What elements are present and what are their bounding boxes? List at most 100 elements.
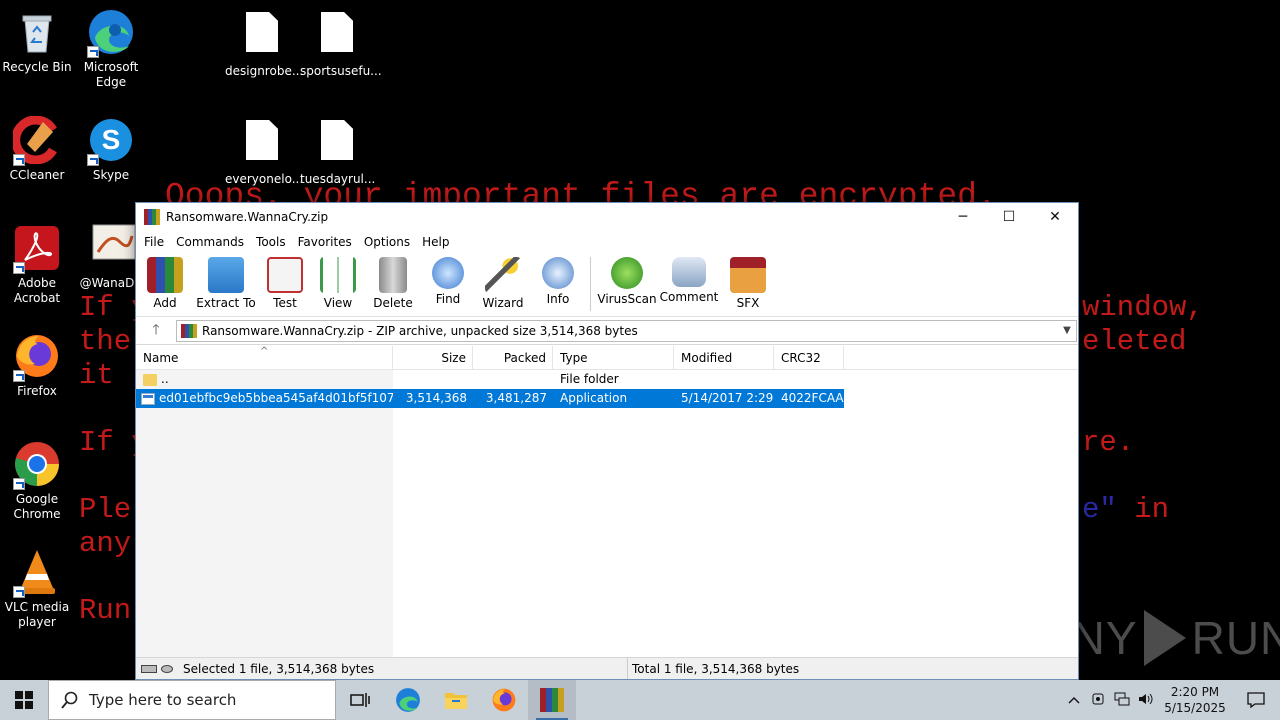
- virusscan-label: VirusScan: [597, 292, 657, 306]
- ransom-line: Ple: [79, 493, 132, 526]
- column-type[interactable]: Type: [553, 346, 674, 369]
- info-icon: [542, 257, 574, 289]
- menu-commands[interactable]: Commands: [170, 235, 250, 249]
- taskbar-file-explorer[interactable]: [432, 680, 480, 720]
- desktop-icon-vlc[interactable]: VLC media player: [0, 548, 74, 630]
- wizard-button[interactable]: Wizard: [476, 253, 530, 310]
- add-button[interactable]: Add: [146, 253, 184, 310]
- menu-favorites[interactable]: Favorites: [292, 235, 358, 249]
- desktop-icon-file[interactable]: tuesdayrul...: [300, 116, 375, 187]
- menu-file[interactable]: File: [138, 235, 170, 249]
- menu-help[interactable]: Help: [416, 235, 455, 249]
- file-list: Name ^ Size Packed Type Modified CRC32 ..…: [136, 346, 1078, 658]
- extract-to-label: Extract To: [196, 296, 256, 310]
- taskbar: Type here to search 2:20 PM 5/15/2025: [0, 680, 1280, 720]
- desktop-icon-file[interactable]: everyonelo...: [225, 116, 303, 187]
- application-icon: [141, 392, 155, 405]
- chevron-up-icon[interactable]: [1062, 693, 1086, 707]
- ransom-line: any: [79, 527, 132, 560]
- ransom-line: eleted: [1082, 325, 1187, 358]
- ransom-line: window,: [1082, 291, 1204, 324]
- archive-path-text: Ransomware.WannaCry.zip - ZIP archive, u…: [202, 323, 638, 338]
- chevron-down-icon[interactable]: ▼: [1058, 325, 1076, 336]
- maximize-button[interactable]: ☐: [986, 203, 1032, 231]
- desktop-icon-label: CCleaner: [9, 168, 65, 182]
- shortcut-arrow-icon: [13, 154, 25, 166]
- toolbar-separator: [590, 257, 591, 311]
- find-label: Find: [435, 292, 461, 306]
- network-icon[interactable]: [1110, 692, 1134, 709]
- shortcut-arrow-icon: [87, 154, 99, 166]
- cell-size: 3,514,368: [405, 391, 467, 405]
- taskbar-winrar[interactable]: [528, 680, 576, 720]
- minimize-button[interactable]: ─: [940, 203, 986, 231]
- menu-tools[interactable]: Tools: [250, 235, 292, 249]
- edge-icon: [87, 8, 135, 58]
- ransom-line-blue: e": [1082, 493, 1117, 526]
- menu-options[interactable]: Options: [358, 235, 416, 249]
- close-button[interactable]: ✕: [1032, 203, 1078, 231]
- chrome-icon: [13, 440, 61, 490]
- delete-button[interactable]: Delete: [366, 253, 420, 310]
- wizard-label: Wizard: [482, 296, 524, 310]
- desktop-icon-label: designrobe...: [225, 64, 304, 78]
- start-button[interactable]: [0, 680, 48, 720]
- notification-button[interactable]: [1232, 692, 1280, 708]
- desktop-icon-ccleaner[interactable]: CCleaner: [0, 115, 74, 183]
- status-bar: Selected 1 file, 3,514,368 bytes Total 1…: [136, 657, 1078, 679]
- watermark-right: RUN: [1191, 612, 1280, 664]
- sfx-button[interactable]: SFX: [721, 253, 775, 310]
- clock[interactable]: 2:20 PM 5/15/2025: [1158, 684, 1232, 716]
- desktop: Ooops, your important files are encrypte…: [0, 0, 1280, 680]
- column-size[interactable]: Size: [393, 346, 473, 369]
- desktop-icon-recycle-bin[interactable]: Recycle Bin: [0, 8, 74, 75]
- info-button[interactable]: Info: [530, 253, 586, 306]
- desktop-icon-file[interactable]: designrobe...: [225, 8, 304, 79]
- action-center-small-icon[interactable]: [1086, 692, 1110, 709]
- status-selected: Selected 1 file, 3,514,368 bytes: [183, 661, 375, 676]
- table-row-selected[interactable]: ed01ebfbc9eb5bbea545af4d01bf5f1071661...…: [136, 389, 844, 408]
- wanadecryptor-icon: [90, 224, 138, 272]
- folder-icon: [445, 693, 467, 709]
- desktop-icon-skype[interactable]: S Skype: [74, 116, 148, 183]
- document-icon: [238, 12, 286, 60]
- search-placeholder: Type here to search: [89, 691, 237, 709]
- comment-button[interactable]: Comment: [657, 253, 721, 304]
- archive-path-field[interactable]: Ransomware.WannaCry.zip - ZIP archive, u…: [176, 319, 1077, 342]
- table-row[interactable]: .. File folder: [136, 370, 1078, 389]
- volume-icon[interactable]: [1134, 692, 1158, 709]
- find-button[interactable]: Find: [420, 253, 476, 306]
- test-button[interactable]: Test: [260, 253, 310, 310]
- desktop-icon-file[interactable]: sportsusefu...: [300, 8, 382, 79]
- desktop-icon-edge[interactable]: Microsoft Edge: [74, 8, 148, 90]
- title-bar[interactable]: Ransomware.WannaCry.zip ─ ☐ ✕: [136, 203, 1078, 231]
- column-packed[interactable]: Packed: [473, 346, 553, 369]
- taskbar-search[interactable]: Type here to search: [48, 680, 336, 720]
- desktop-icon-chrome[interactable]: Google Chrome: [0, 440, 74, 522]
- virusscan-button[interactable]: VirusScan: [597, 253, 657, 306]
- column-crc32[interactable]: CRC32: [774, 346, 844, 369]
- firefox-icon: [13, 332, 61, 382]
- folder-icon: [143, 373, 157, 386]
- extract-to-button[interactable]: Extract To: [192, 253, 260, 310]
- up-arrow-icon[interactable]: 🡑: [136, 319, 176, 343]
- desktop-icon-firefox[interactable]: Firefox: [0, 332, 74, 399]
- bug-icon: [611, 257, 643, 289]
- info-label: Info: [546, 292, 570, 306]
- column-modified[interactable]: Modified: [674, 346, 774, 369]
- view-label: View: [323, 296, 353, 310]
- desktop-icon-acrobat[interactable]: Adobe Acrobat: [0, 224, 74, 306]
- cell-packed: [473, 370, 553, 389]
- cell-packed: 3,481,287: [485, 391, 547, 405]
- column-name[interactable]: Name ^: [136, 346, 393, 369]
- ransom-line: Run: [79, 594, 132, 627]
- test-label: Test: [273, 296, 297, 310]
- task-view-button[interactable]: [336, 680, 384, 720]
- cell-crc32: [774, 370, 844, 389]
- view-button[interactable]: View: [310, 253, 366, 310]
- taskbar-edge[interactable]: [384, 680, 432, 720]
- taskbar-firefox[interactable]: [480, 680, 528, 720]
- shortcut-arrow-icon: [13, 478, 25, 490]
- winrar-window: Ransomware.WannaCry.zip ─ ☐ ✕ File Comma…: [135, 202, 1079, 680]
- edge-icon: [396, 688, 420, 712]
